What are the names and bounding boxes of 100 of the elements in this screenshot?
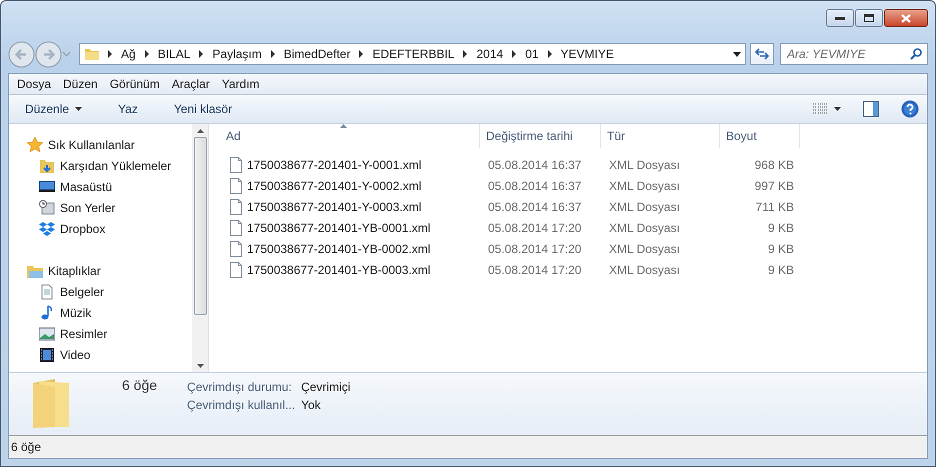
detail-label: Çevrimdışı kullanıl... — [187, 398, 296, 412]
table-cell: 968 KB — [754, 158, 794, 172]
chevron-icon — [546, 50, 553, 58]
address-bar[interactable]: Ağ BILAL Paylaşım BimedDefter EDEFTERBBIL 2014 01 YEVMIYE — [79, 43, 746, 65]
film-icon — [39, 346, 55, 362]
file-icon — [229, 198, 243, 214]
file-icon — [229, 156, 243, 172]
toolbar-button[interactable]: Yeni klasör — [168, 99, 238, 119]
desktop-icon — [39, 178, 55, 194]
dropbox-icon — [39, 220, 55, 236]
menu-item[interactable]: Görünüm — [104, 77, 166, 91]
table-cell: XML Dosyası — [609, 158, 680, 172]
detail-label: Çevrimdışı durumu: — [187, 380, 293, 394]
file-icon — [229, 240, 243, 256]
file-icon — [229, 178, 243, 194]
view-list-icon[interactable] — [813, 103, 828, 115]
download-folder-icon — [39, 158, 55, 174]
breadcrumb-item[interactable]: Ağ — [121, 47, 136, 61]
file-name[interactable]: 1750038677-201401-YB-0001.xml — [247, 220, 430, 234]
minimize-button[interactable] — [826, 9, 854, 27]
table-cell: XML Dosyası — [609, 200, 680, 214]
table-cell: 9 KB — [768, 262, 794, 276]
table-cell: 05.08.2014 16:37 — [488, 178, 582, 192]
sidebar-item[interactable]: Karşıdan Yüklemeler — [60, 158, 172, 172]
table-cell: XML Dosyası — [609, 220, 680, 234]
music-note-icon — [39, 304, 55, 320]
chevron-icon — [462, 50, 468, 58]
star-icon — [27, 136, 43, 152]
column-header[interactable]: Değiştirme tarihi — [480, 124, 601, 148]
recent-places-icon — [39, 200, 55, 216]
table-cell: 711 KB — [756, 200, 794, 214]
help-icon[interactable] — [901, 100, 919, 118]
breadcrumb-item[interactable]: EDEFTERBBIL — [372, 47, 454, 61]
picture-icon — [39, 326, 55, 342]
item-count: 6 öğe — [122, 377, 158, 393]
breadcrumb-item[interactable]: YEVMIYE — [560, 47, 614, 61]
breadcrumb-item[interactable]: 2014 — [476, 47, 504, 61]
table-cell: 05.08.2014 17:20 — [488, 242, 582, 256]
file-name[interactable]: 1750038677-201401-Y-0001.xml — [247, 158, 422, 172]
breadcrumb-item[interactable]: BILAL — [158, 47, 190, 61]
close-button[interactable] — [884, 9, 928, 27]
maximize-button[interactable] — [855, 9, 883, 27]
refresh-button[interactable] — [750, 43, 774, 65]
table-cell: XML Dosyası — [609, 242, 680, 256]
dropdown-arrow-icon[interactable] — [733, 52, 741, 56]
column-header[interactable]: Ad — [220, 124, 480, 148]
preview-pane-icon[interactable] — [863, 101, 879, 117]
chevron-icon — [144, 50, 150, 58]
table-cell: XML Dosyası — [609, 262, 680, 276]
breadcrumb-item[interactable]: 01 — [525, 47, 539, 61]
file-icon — [229, 262, 243, 278]
sidebar-item[interactable]: Son Yerler — [60, 200, 116, 214]
sidebar-item[interactable]: Resimler — [60, 326, 108, 340]
sidebar-group[interactable]: Sık Kullanılanlar — [48, 138, 135, 152]
sidebar-item[interactable]: Müzik — [60, 306, 92, 320]
file-name[interactable]: 1750038677-201401-YB-0003.xml — [247, 262, 430, 276]
maximize-icon — [864, 14, 874, 22]
toolbar-button[interactable]: Yaz — [112, 99, 144, 119]
file-name[interactable]: 1750038677-201401-Y-0002.xml — [247, 178, 422, 192]
chevron-icon — [270, 50, 276, 58]
sidebar-item[interactable]: Video — [60, 348, 90, 362]
menu-item[interactable]: Araçlar — [166, 77, 216, 91]
refresh-icon — [755, 48, 769, 60]
column-header[interactable]: Boyut — [720, 124, 800, 148]
toolbar-button[interactable]: Düzenle — [19, 99, 88, 119]
chevron-icon — [198, 50, 204, 58]
sidebar-group[interactable]: Kitaplıklar — [48, 264, 101, 278]
scroll-up-icon — [196, 129, 204, 133]
chevron-icon — [107, 50, 113, 58]
search-icon — [910, 48, 922, 60]
table-cell: 05.08.2014 17:20 — [488, 262, 582, 276]
caret-icon — [75, 107, 82, 111]
sidebar-item[interactable]: Dropbox — [60, 222, 106, 236]
chevron-icon — [511, 50, 518, 58]
sidebar-item[interactable]: Masaüstü — [60, 180, 112, 194]
breadcrumb-item[interactable]: Paylaşım — [212, 47, 262, 61]
menu-item[interactable]: Yardım — [216, 77, 266, 91]
breadcrumb-item[interactable]: BimedDefter — [284, 47, 350, 61]
menu-item[interactable]: Düzen — [57, 77, 104, 91]
detail-value: Yok — [301, 398, 322, 412]
table-cell: 997 KB — [754, 178, 794, 192]
table-cell: 05.08.2014 16:37 — [488, 200, 582, 214]
sidebar-item[interactable]: Belgeler — [60, 284, 104, 298]
folder-icon — [84, 46, 100, 62]
column-header[interactable]: Tür — [601, 124, 720, 148]
scroll-down-icon — [196, 364, 204, 368]
detail-value: Çevrimiçi — [301, 380, 350, 394]
file-icon — [229, 220, 243, 236]
caret-icon[interactable] — [834, 107, 841, 111]
table-cell: 05.08.2014 17:20 — [488, 220, 582, 234]
menu-item[interactable]: Dosya — [11, 77, 58, 91]
close-icon — [901, 14, 911, 22]
scrollbar[interactable] — [192, 124, 208, 372]
chevron-icon — [358, 50, 364, 58]
file-name[interactable]: 1750038677-201401-Y-0003.xml — [247, 200, 422, 214]
table-cell: 9 KB — [768, 220, 794, 234]
file-name[interactable]: 1750038677-201401-YB-0002.xml — [247, 242, 430, 256]
table-cell: XML Dosyası — [609, 178, 680, 192]
status-text: 6 öğe — [11, 440, 42, 454]
minimize-icon — [835, 15, 845, 21]
